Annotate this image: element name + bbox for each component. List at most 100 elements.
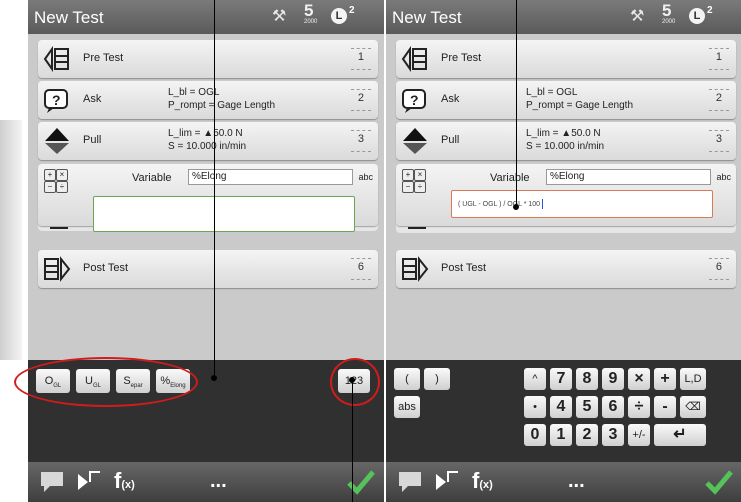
ask-label: Ask [441,93,460,105]
expression-input[interactable] [93,196,355,232]
plus-key[interactable]: + [654,368,676,390]
abs-key[interactable]: abs [394,396,420,418]
s-badge: 5 2000 [662,1,676,25]
branch-icon[interactable] [434,470,460,494]
row-post-test[interactable]: Post Test 6 [396,250,736,288]
more-button[interactable]: ... [568,470,585,493]
branch-icon[interactable] [76,470,102,494]
row-pull[interactable]: Pull L_lim = ▲50.0 NS = 10.000 in/min 3 [396,122,736,160]
pull-description: L_lim = ▲50.0 NS = 10.000 in/min [168,128,247,152]
multiply-key[interactable]: × [628,368,650,390]
screen-title: New Test [392,8,462,27]
comment-icon[interactable] [396,470,424,494]
open-paren-key[interactable]: ( [394,368,420,390]
row-post-test[interactable]: Post Test 6 [38,250,378,288]
bottom-toolbar: f(x) ... [386,462,741,502]
post-test-label: Post Test [441,262,487,274]
ld-key[interactable]: L,D [680,368,706,390]
variables-highlight-ellipse [14,357,198,407]
digit-5-key[interactable]: 5 [576,396,598,418]
callout-dot-variables [211,375,217,381]
title-bar: New Test ⚒ 5 2000 L 2 [28,0,384,34]
digit-6-key[interactable]: 6 [602,396,624,418]
bottom-toolbar: f(x) ... [28,462,384,502]
row-ask[interactable]: ? Ask L_bl = OGL P_rompt = Gage Length 2 [396,81,736,119]
screen-title: New Test [34,8,104,27]
pull-description: L_lim = ▲50.0 NS = 10.000 in/min [526,128,605,152]
row-ask[interactable]: ? Ask L_bl = OGL P_rompt = Gage Length 2 [38,81,378,119]
level-superscript: 2 [349,5,355,16]
step-number: 3 [708,130,730,152]
row-pre-test[interactable]: Pre Test 1 [396,40,736,78]
callout-line-expression [516,0,517,207]
pull-label: Pull [83,134,102,146]
power-key[interactable]: ^ [524,368,546,390]
pre-test-label: Pre Test [83,52,124,64]
abc-keyboard-toggle[interactable]: abc [716,172,731,182]
math-operators-icon: + × − ÷ [402,169,426,199]
text-caret [542,199,544,209]
wrench-icon[interactable]: ⚒ [272,6,286,26]
row-pre-test[interactable]: Pre Test 1 [38,40,378,78]
numeric-button-highlight-ellipse [330,358,380,406]
step-number: 1 [350,48,372,70]
digit-9-key[interactable]: 9 [602,368,624,390]
step-number: 1 [708,48,730,70]
level-badge: L [689,8,705,24]
pull-icon [403,128,427,154]
variable-label: Variable [490,172,530,184]
digit-7-key[interactable]: 7 [550,368,572,390]
screen-left: New Test ⚒ 5 2000 L 2 Pre Test 1 ? Ask L_… [28,0,384,502]
ask-label: Ask [83,93,102,105]
digit-3-key[interactable]: 3 [602,424,624,446]
close-paren-key[interactable]: ) [424,368,450,390]
function-button[interactable]: f(x) [114,468,135,494]
step-number: 2 [350,89,372,111]
numeric-keyboard: ( ) ^ 7 8 9 × + L,D abs • 4 5 6 ÷ - ⌫ 0 … [386,360,741,462]
comment-icon[interactable] [38,470,66,494]
post-test-icon [402,256,429,282]
step-number: 6 [708,258,730,280]
post-test-label: Post Test [83,262,129,274]
callout-dot-numeric [349,377,355,383]
variable-name-input[interactable]: %Elong [188,169,353,185]
check-icon[interactable] [704,468,734,496]
variable-name-input[interactable]: %Elong [546,169,711,185]
row-formula-editor[interactable]: + × − ÷ Variable %Elong abc ( UGL - OGL ) /… [396,164,736,226]
digit-4-key[interactable]: 4 [550,396,572,418]
callout-line-variables [214,0,215,378]
digit-1-key[interactable]: 1 [550,424,572,446]
check-icon[interactable] [346,468,376,496]
more-button[interactable]: ... [210,470,227,493]
svg-text:?: ? [52,92,61,108]
enter-key[interactable]: ↵ [654,424,706,446]
pull-icon [45,128,69,154]
digit-2-key[interactable]: 2 [576,424,598,446]
ask-description: L_bl = OGL P_rompt = Gage Length [168,87,276,111]
title-bar: New Test ⚒ 5 2000 L 2 [386,0,741,34]
step-number: 3 [350,130,372,152]
backspace-key[interactable]: ⌫ [680,396,706,418]
post-test-icon [44,256,71,282]
function-button[interactable]: f(x) [472,468,493,494]
decimal-key[interactable]: • [524,396,546,418]
wrench-icon[interactable]: ⚒ [630,6,644,26]
divide-key[interactable]: ÷ [628,396,650,418]
left-page-shadow [0,120,22,360]
s-badge: 5 2000 [304,1,318,25]
minus-key[interactable]: - [654,396,676,418]
screen-right: New Test ⚒ 5 2000 L 2 Pre Test 1 ? Ask L_… [386,0,741,502]
expression-input[interactable]: ( UGL - OGL ) / OGL * 100 [451,190,713,218]
callout-line-numeric [352,380,353,502]
sign-toggle-key[interactable]: +/- [628,424,650,446]
level-badge: L [331,8,347,24]
digit-8-key[interactable]: 8 [576,368,598,390]
variable-label: Variable [132,172,172,184]
callout-dot-expression [513,204,519,210]
step-number: 2 [708,89,730,111]
abc-keyboard-toggle[interactable]: abc [358,172,373,182]
digit-0-key[interactable]: 0 [524,424,546,446]
level-superscript: 2 [707,5,713,16]
pre-test-icon [43,45,69,73]
row-pull[interactable]: Pull L_lim = ▲50.0 NS = 10.000 in/min 3 [38,122,378,160]
